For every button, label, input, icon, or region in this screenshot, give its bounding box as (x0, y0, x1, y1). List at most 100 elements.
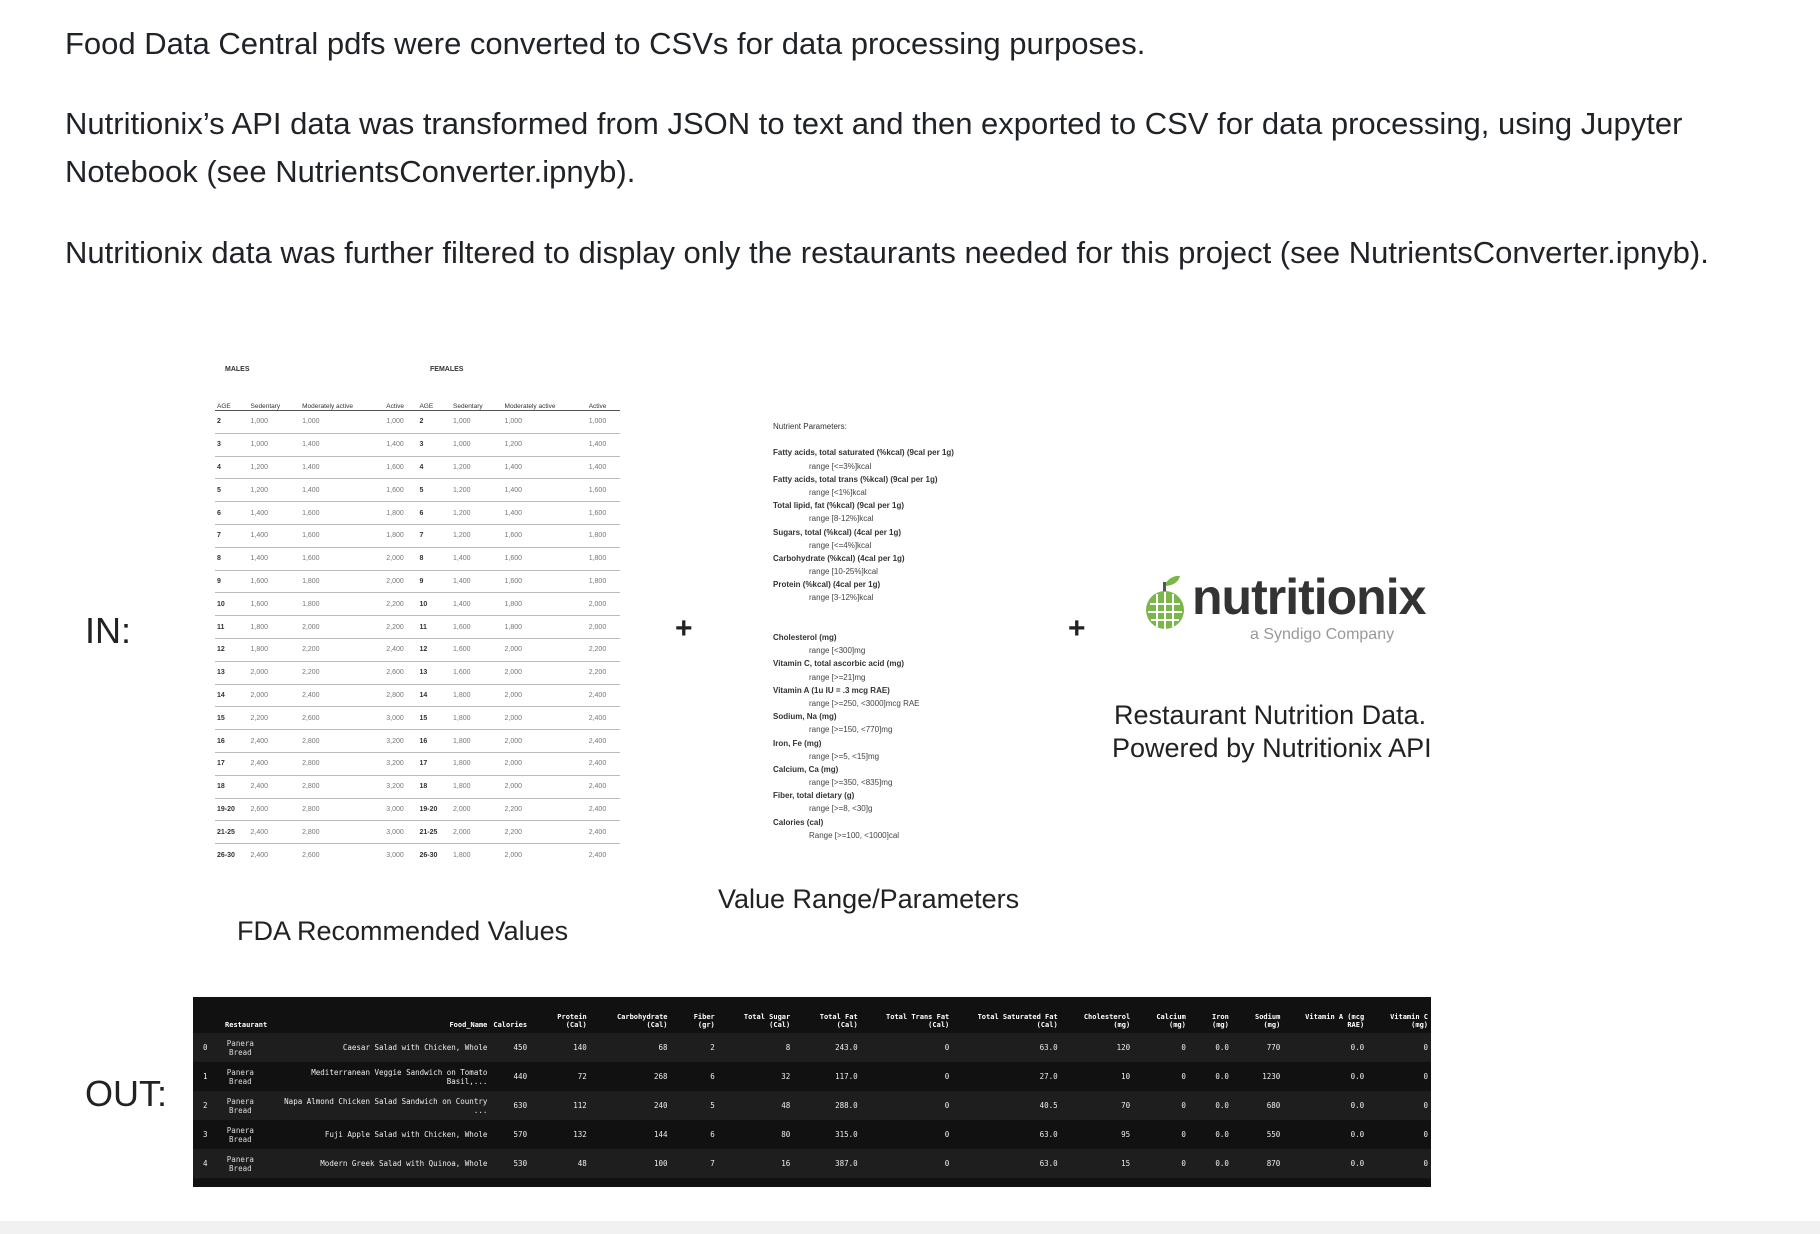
out-cell: 95 (1121, 1130, 1131, 1139)
out-cell: 112 (573, 1101, 587, 1110)
fda-cell: 19-20 (215, 797, 249, 821)
fda-cell: 1,800 (451, 774, 503, 799)
fda-header-cell: AGE (215, 374, 249, 411)
out-cell: 0 (1181, 1101, 1186, 1110)
out-cell: 48 (577, 1159, 587, 1168)
fda-cell: 11 (417, 615, 452, 639)
param-name: Vitamin A (1u IU = .3 mcg RAE) (773, 685, 890, 695)
fda-cell: 1,400 (451, 592, 503, 616)
fda-cell: 5 (417, 478, 452, 502)
out-cell: 2 (710, 1043, 715, 1052)
out-cell: 770 (1266, 1043, 1281, 1052)
fda-cell: 2,200 (300, 637, 385, 662)
out-cell: 0 (944, 1130, 950, 1139)
fda-cell: 1,800 (586, 523, 620, 548)
out-header-cell: Vitamin C (mg) (1390, 1013, 1428, 1029)
fda-cell: 13 (417, 660, 452, 685)
fda-row: 26-30 2,400 2,600 3,000 26-30 1,800 2,000 2,400 (215, 843, 620, 866)
fda-cell: 1,000 (451, 432, 503, 457)
fda-cell: 1,400 (248, 523, 301, 548)
fda-header-cell: AGE (417, 374, 452, 411)
fda-cell: 2,400 (586, 706, 620, 730)
fda-row: 16 2,400 2,800 3,200 16 1,800 2,000 2,400 (215, 729, 620, 753)
fda-cell: 17 (215, 751, 249, 776)
fda-cell: 1,000 (502, 410, 587, 434)
out-cell: 0.0 (1215, 1043, 1229, 1052)
param-name: Protein (%kcal) (4cal per 1g) (773, 580, 881, 590)
fda-cell: 2,400 (586, 774, 620, 799)
fda-cell: 2,600 (384, 660, 418, 685)
out-cell: 315.0 (835, 1130, 858, 1139)
out-cell: 630 (513, 1101, 528, 1110)
fda-cell: 12 (215, 637, 249, 662)
out-cell: 48 (781, 1101, 791, 1110)
fda-cell: 1,600 (248, 592, 301, 616)
fda-cell: 1,800 (384, 523, 418, 548)
fda-cell: 17 (417, 751, 452, 776)
fda-cell: 4 (417, 455, 452, 479)
logo-wordmark: nutritionix (1192, 569, 1426, 625)
fda-cell: 12 (417, 637, 452, 662)
fda-cell: 2,400 (248, 774, 301, 799)
out-cell: 0.0 (1350, 1072, 1365, 1081)
fda-cell: 1,400 (248, 501, 301, 525)
fda-cell: 8 (417, 546, 452, 571)
fda-cell: 6 (417, 501, 452, 525)
fda-cell: 1,600 (300, 523, 385, 548)
out-header-cell: Total Saturated Fat (Cal) (977, 1013, 1058, 1029)
out-cell: 450 (513, 1043, 528, 1052)
out-cell: 387.0 (835, 1159, 858, 1168)
males-label: MALES (225, 366, 250, 373)
fda-cell: 2,200 (384, 615, 418, 639)
fda-cell: 1,000 (384, 410, 418, 434)
fda-cell: 2,000 (384, 546, 418, 571)
out-cell: 0.0 (1350, 1101, 1365, 1110)
fda-cell: 2,200 (586, 660, 620, 685)
fda-cell: 2,600 (300, 843, 385, 866)
readme-page: Food Data Central pdfs were converted to… (0, 0, 1820, 1234)
out-cell: 8 (785, 1043, 791, 1052)
fda-cell: 2,400 (300, 683, 385, 707)
out-cell: 680 (1266, 1101, 1281, 1110)
fda-cell: 19-20 (417, 797, 452, 821)
param-name (773, 433, 1003, 446)
out-cell: 6 (710, 1072, 715, 1081)
fda-recommended-table: MALES FEMALES AGE Sedentary Moderately act… (215, 366, 620, 896)
fda-cell: 2,600 (300, 706, 385, 730)
params-caption: Value Range/Parameters (718, 884, 1020, 914)
out-header-cell: Iron (mg) (1212, 1013, 1229, 1029)
fda-cell: 1,400 (586, 455, 620, 479)
fda-cell: 1,600 (502, 523, 587, 548)
out-cell: 570 (513, 1130, 528, 1139)
plus-sign-1: + (675, 612, 693, 645)
out-row: 1 Panera Bread Mediterranean Veggie Sandwi… (193, 1062, 1431, 1091)
fda-cell: 14 (417, 683, 452, 707)
params-heading: Nutrient Parameters: (773, 422, 847, 431)
out-cell: Panera Bread (226, 1067, 254, 1086)
out-row: 3 Panera Bread Fuji Apple Salad with Chick… (193, 1120, 1431, 1149)
paragraph-fdc-conversion: Food Data Central pdfs were converted to… (65, 26, 1146, 61)
out-cell: Fuji Apple Salad with Chicken, Whole (324, 1130, 488, 1139)
fda-cell: 2,400 (248, 843, 301, 866)
fda-cell: 9 (417, 569, 452, 593)
out-cell: 144 (653, 1130, 668, 1139)
out-cell: 6 (710, 1130, 715, 1139)
fda-cell: 1,400 (502, 501, 587, 525)
nutritionix-caption-line2: Powered by Nutritionix API (1112, 733, 1432, 763)
fda-cell: 3 (417, 432, 452, 457)
fda-cell: 1,600 (248, 569, 301, 593)
out-cell: 100 (653, 1159, 668, 1168)
param-name: Fatty acids, total trans (%kcal) (9cal p… (773, 474, 938, 484)
out-cell: Panera Bread (226, 1096, 254, 1115)
fda-row: 17 2,400 2,800 3,200 17 1,800 2,000 2,400 (215, 751, 620, 776)
param-range: range [3-12%]kcal (809, 593, 874, 603)
fda-cell: 1,800 (300, 592, 385, 616)
fda-cell: 1,000 (451, 410, 503, 434)
param-range: range [>=250, <3000]mcg RAE (809, 698, 920, 708)
out-cell: 132 (573, 1130, 587, 1139)
fda-cell: 1,800 (502, 592, 587, 616)
fda-cell: 21-25 (215, 820, 249, 844)
out-cell: 0 (1423, 1043, 1428, 1052)
out-cell: Panera Bread (226, 1154, 254, 1173)
out-cell: 32 (781, 1072, 791, 1081)
